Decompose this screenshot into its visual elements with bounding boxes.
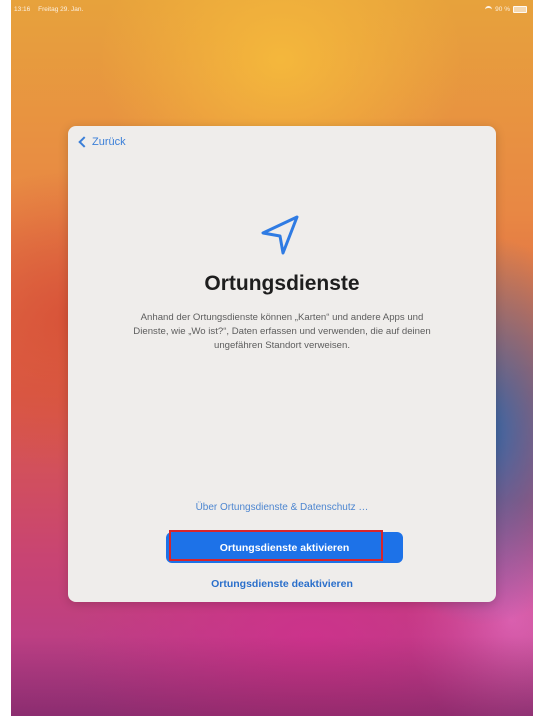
wallpaper-background: 13:16 Freitag 29. Jan. 90 % Zurück Ortun… xyxy=(11,0,533,716)
status-bar-right: 90 % xyxy=(485,6,527,13)
description-text: Anhand der Ortungsdienste können „Karten… xyxy=(133,312,431,351)
status-date: Freitag 29. Jan. xyxy=(38,6,84,13)
status-bar: 13:16 Freitag 29. Jan. 90 % xyxy=(11,4,533,18)
location-services-dialog: Zurück Ortungsdienste Anhand der Ortungs… xyxy=(68,126,496,602)
battery-icon xyxy=(513,6,527,13)
page-title: Ortungsdienste xyxy=(204,272,360,295)
chevron-left-icon xyxy=(78,136,90,148)
status-bar-left: 13:16 Freitag 29. Jan. xyxy=(14,6,83,13)
wifi-icon xyxy=(485,6,493,13)
back-label: Zurück xyxy=(92,136,126,148)
status-time: 13:16 xyxy=(14,6,31,13)
back-button[interactable]: Zurück xyxy=(78,136,126,148)
battery-percent: 90 % xyxy=(495,6,510,13)
enable-location-services-button[interactable]: Ortungsdienste aktivieren xyxy=(166,532,403,563)
disable-location-services-link[interactable]: Ortungsdienste deaktivieren xyxy=(68,578,496,590)
privacy-info-link[interactable]: Über Ortungsdienste & Datenschutz … xyxy=(68,502,496,513)
enable-button-label: Ortungsdienste aktivieren xyxy=(219,541,350,554)
location-arrow-icon xyxy=(261,215,299,255)
